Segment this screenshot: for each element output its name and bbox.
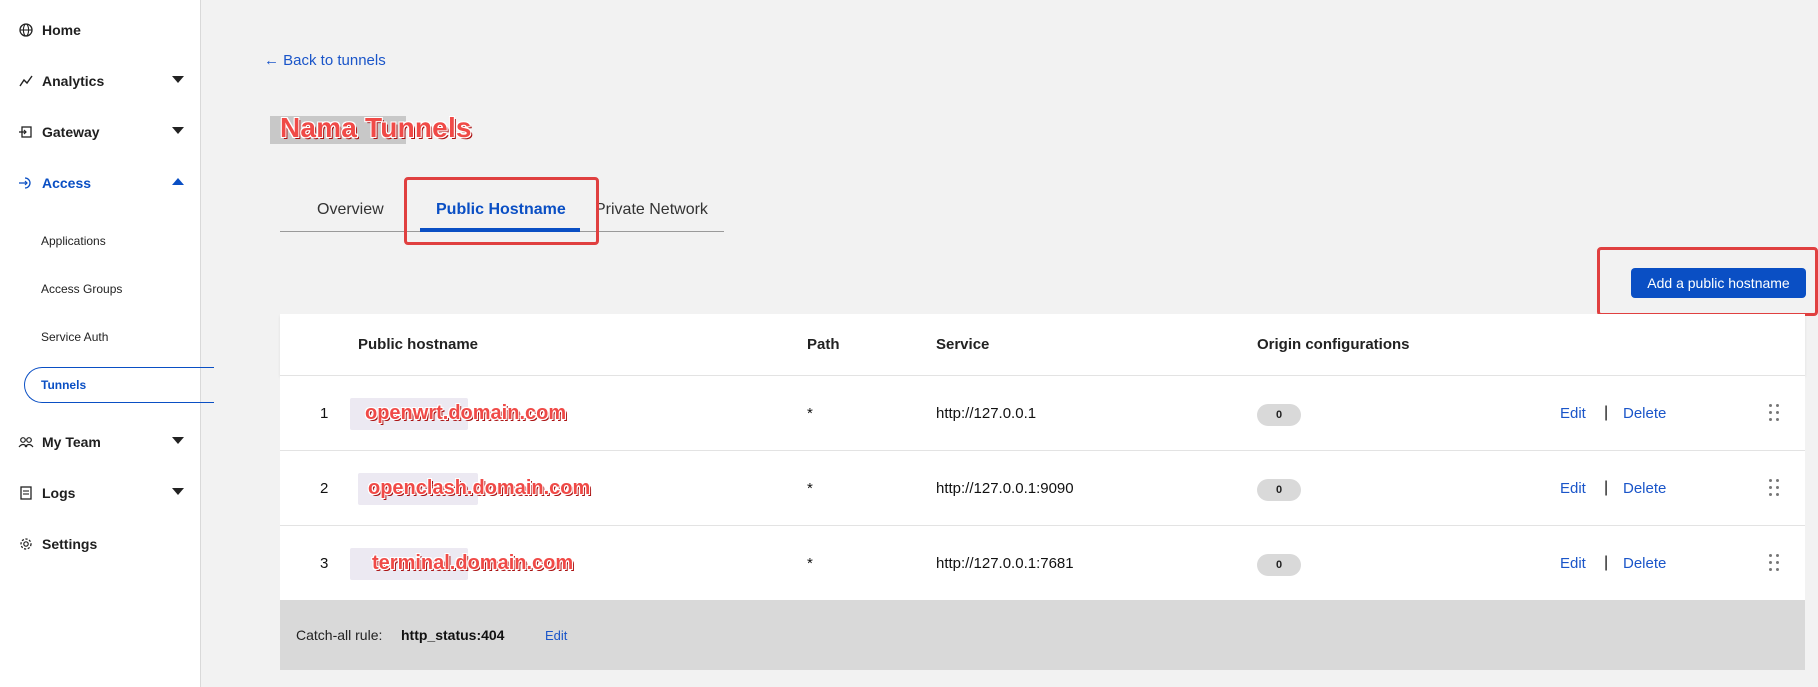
team-icon [18,434,34,450]
row-hostname: openclash.domain.com [368,477,591,499]
chevron-down-icon [172,127,184,134]
gateway-icon [18,124,34,140]
catch-all-edit-link[interactable]: Edit [545,628,567,643]
sidebar-subitem-applications[interactable]: Applications [41,234,106,248]
sidebar-subitem-tunnels[interactable]: Tunnels [24,367,214,403]
access-icon [18,175,34,191]
globe-icon [18,22,34,38]
chevron-down-icon [172,437,184,444]
column-header-path: Path [807,336,840,353]
sidebar-item-label: Home [42,22,81,38]
tab-private-network[interactable]: Private Network [595,188,708,232]
edit-link[interactable]: Edit [1560,555,1586,572]
row-number: 3 [320,555,329,572]
column-header-public-hostname: Public hostname [358,336,479,353]
row-path: * [807,555,813,572]
page-title: Nama Tunnels [280,112,472,143]
analytics-icon [18,73,34,89]
drag-handle-icon[interactable] [1768,403,1782,423]
back-to-tunnels-link[interactable]: ← Back to tunnels [264,52,386,69]
sidebar-item-gateway[interactable]: Gateway [0,116,201,148]
row-hostname: openwrt.domain.com [365,402,567,424]
sidebar: Home Analytics Gateway Access Applicatio… [0,0,214,687]
origin-config-badge: 0 [1257,404,1301,426]
chevron-down-icon [172,76,184,83]
delete-link[interactable]: Delete [1623,405,1666,422]
delete-link[interactable]: Delete [1623,480,1666,497]
sidebar-item-my-team[interactable]: My Team [0,426,201,458]
separator: | [1604,404,1609,421]
logs-icon [18,485,34,501]
sidebar-item-access[interactable]: Access [0,167,201,199]
sidebar-item-label: Access [42,175,92,191]
column-header-origin-configurations: Origin configurations [1257,336,1410,353]
row-path: * [807,480,813,497]
catch-all-rule-bar: Catch-all rule: http_status:404 Edit [280,600,1805,670]
catch-all-value: http_status:404 [401,627,505,643]
annotation-box-add-button [1597,247,1818,316]
separator: | [1604,479,1609,496]
row-number: 2 [320,480,329,497]
edit-link[interactable]: Edit [1560,405,1586,422]
catch-all-label: Catch-all rule: [296,627,383,643]
row-number: 1 [320,405,329,422]
row-path: * [807,405,813,422]
sidebar-item-label: Gateway [42,124,100,140]
drag-handle-icon[interactable] [1768,478,1782,498]
chevron-up-icon [172,178,184,185]
page-title-wrap: Nama Tunnels [270,112,472,146]
row-hostname: terminal.domain.com [372,552,574,574]
separator: | [1604,554,1609,571]
gear-icon [18,536,34,552]
edit-link[interactable]: Edit [1560,480,1586,497]
drag-handle-icon[interactable] [1768,553,1782,573]
chevron-down-icon [172,488,184,495]
sidebar-item-analytics[interactable]: Analytics [0,65,201,97]
row-service: http://127.0.0.1 [936,405,1037,422]
sidebar-item-label: My Team [42,434,101,450]
sidebar-item-logs[interactable]: Logs [0,477,201,509]
origin-config-badge: 0 [1257,479,1301,501]
annotation-box-tab [404,177,599,245]
sidebar-item-label: Analytics [42,73,105,89]
sidebar-item-settings[interactable]: Settings [0,528,201,560]
column-header-service: Service [936,336,990,353]
row-service: http://127.0.0.1:9090 [936,480,1074,497]
delete-link[interactable]: Delete [1623,555,1666,572]
sidebar-item-label: Logs [42,485,76,501]
table-row: 1 openwrt.domain.com * http://127.0.0.1 … [280,375,1805,450]
table-row: 3 terminal.domain.com * http://127.0.0.1… [280,525,1805,600]
sidebar-subitem-access-groups[interactable]: Access Groups [41,282,122,296]
sidebar-subitem-service-auth[interactable]: Service Auth [41,330,108,344]
table-header: Public hostname Path Service Origin conf… [280,314,1805,375]
table-row: 2 openclash.domain.com * http://127.0.0.… [280,450,1805,525]
origin-config-badge: 0 [1257,554,1301,576]
hostname-table: Public hostname Path Service Origin conf… [280,314,1805,670]
tab-overview[interactable]: Overview [317,188,384,232]
sidebar-item-label: Settings [42,536,98,552]
row-service: http://127.0.0.1:7681 [936,555,1074,572]
sidebar-subitem-label: Tunnels [41,378,87,392]
sidebar-item-home[interactable]: Home [0,14,201,46]
